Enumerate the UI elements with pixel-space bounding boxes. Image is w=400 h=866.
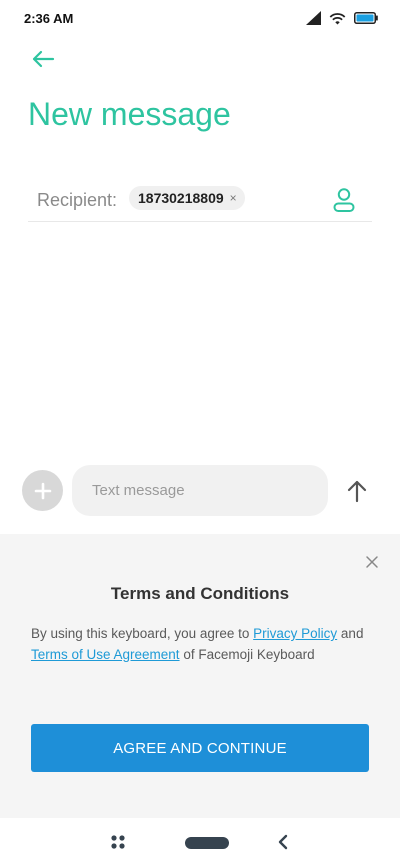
recipient-chip[interactable]: 18730218809 × xyxy=(129,186,245,210)
privacy-policy-link[interactable]: Privacy Policy xyxy=(253,626,337,641)
person-icon xyxy=(333,188,355,212)
home-pill-icon[interactable] xyxy=(185,837,229,849)
arrow-up-icon xyxy=(347,480,367,503)
page-title: New message xyxy=(28,96,231,132)
back-button[interactable] xyxy=(26,44,60,74)
terms-of-use-link[interactable]: Terms of Use Agreement xyxy=(31,647,180,662)
terms-panel: Terms and Conditions By using this keybo… xyxy=(0,534,400,818)
menu-icon xyxy=(111,835,125,849)
terms-body-prefix: By using this keyboard, you agree to xyxy=(31,626,254,641)
battery-icon xyxy=(354,12,378,24)
message-input[interactable] xyxy=(72,465,328,516)
send-button[interactable] xyxy=(342,476,372,506)
arrow-left-icon xyxy=(32,50,55,68)
recipient-row[interactable]: Recipient: 18730218809 × xyxy=(28,178,372,222)
back-chevron-icon xyxy=(278,834,288,850)
navigation-bar xyxy=(0,818,400,866)
close-terms-button[interactable] xyxy=(364,554,380,570)
status-icons xyxy=(306,10,378,26)
add-attachment-button[interactable] xyxy=(22,470,63,511)
agree-and-continue-button[interactable]: AGREE AND CONTINUE xyxy=(31,724,369,772)
terms-title: Terms and Conditions xyxy=(110,584,290,603)
status-time: 2:36 AM xyxy=(24,11,74,26)
nav-back-button[interactable] xyxy=(275,834,291,850)
recipient-label: Recipient: xyxy=(37,190,118,210)
signal-icon xyxy=(306,11,321,25)
recent-apps-button[interactable] xyxy=(110,834,126,850)
contacts-button[interactable] xyxy=(330,186,358,214)
terms-body: By using this keyboard, you agree to Pri… xyxy=(31,624,376,665)
plus-icon xyxy=(34,482,51,499)
recipient-chip-number: 18730218809 xyxy=(138,190,224,206)
terms-body-and: and xyxy=(337,626,364,641)
wifi-icon xyxy=(329,12,346,24)
remove-recipient-icon[interactable]: × xyxy=(230,192,237,204)
compose-bar xyxy=(0,462,400,520)
status-bar: 2:36 AM xyxy=(0,0,400,36)
terms-body-suffix: of Facemoji Keyboard xyxy=(179,646,315,662)
close-icon xyxy=(366,556,378,568)
